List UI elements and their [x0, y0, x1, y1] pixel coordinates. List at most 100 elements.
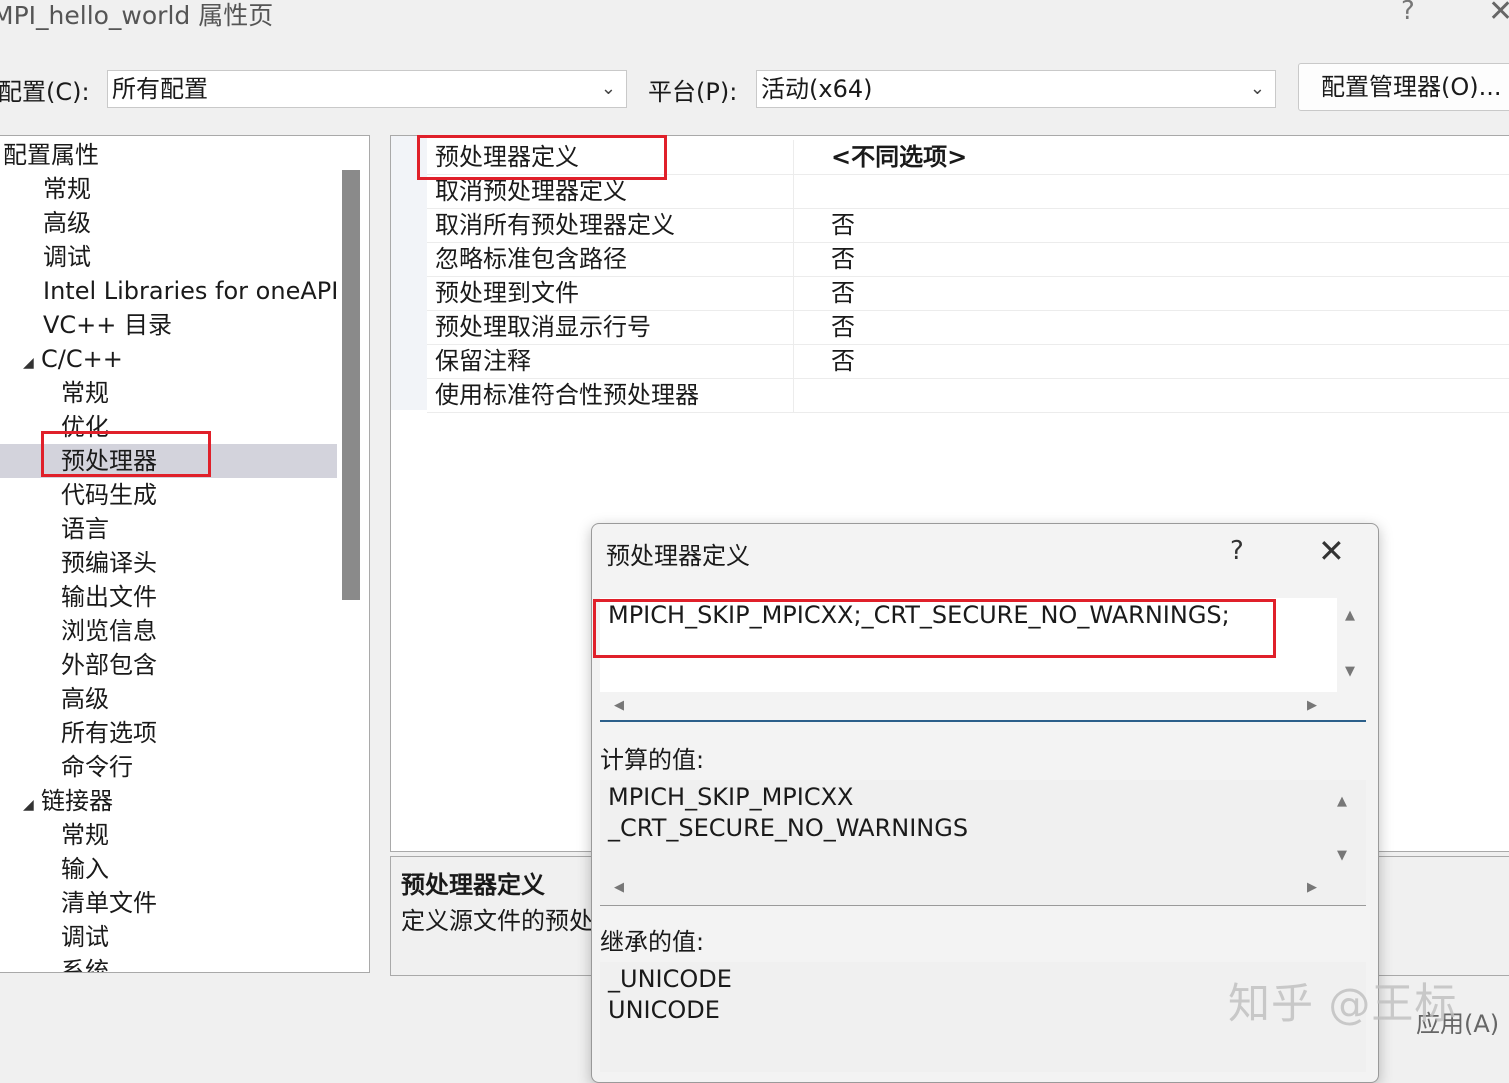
column-divider: [793, 310, 794, 344]
tree-item[interactable]: 高级: [0, 206, 337, 240]
tree-item[interactable]: 高级: [0, 682, 337, 716]
inherited-values-label: 继承的值:: [600, 928, 705, 956]
tree-item[interactable]: 调试: [0, 920, 337, 954]
platform-dropdown[interactable]: 活动(x64) ⌄: [756, 70, 1276, 108]
tree-item[interactable]: 调试: [0, 240, 337, 274]
tree-item[interactable]: 常规: [0, 376, 337, 410]
tree-item[interactable]: 浏览信息: [0, 614, 337, 648]
tree-item-label: 代码生成: [61, 481, 157, 509]
tree-item-label: 调试: [43, 243, 91, 271]
column-divider: [793, 344, 794, 378]
tree-item[interactable]: ◢ 链接器: [0, 784, 337, 818]
property-tree[interactable]: ◢配置属性常规高级调试Intel Libraries for oneAPIVC+…: [0, 135, 370, 973]
property-row[interactable]: 预处理取消显示行号 否: [427, 310, 1509, 345]
column-divider: [793, 378, 794, 412]
property-row[interactable]: 预处理器定义 <不同选项>: [427, 140, 1509, 175]
column-divider: [793, 242, 794, 276]
tree-item[interactable]: Intel Libraries for oneAPI: [0, 274, 339, 308]
scroll-down-icon[interactable]: ▼: [1345, 664, 1355, 679]
expand-arrow-icon[interactable]: ◢: [23, 346, 41, 380]
property-row[interactable]: 使用标准符合性预处理器: [427, 378, 1509, 413]
scroll-down-icon[interactable]: ▼: [1337, 848, 1347, 863]
config-dropdown-value: 所有配置: [112, 75, 208, 103]
column-divider: [793, 208, 794, 242]
scroll-up-icon[interactable]: ▲: [1337, 794, 1347, 809]
tree-item[interactable]: 输入: [0, 852, 337, 886]
tree-item[interactable]: ◢配置属性: [0, 138, 337, 172]
editor-hscrollbar[interactable]: [600, 692, 1366, 720]
computed-value-line-2: _CRT_SECURE_NO_WARNINGS: [608, 814, 969, 842]
tree-item[interactable]: 输出文件: [0, 580, 337, 614]
tree-item-label: 预处理器: [61, 447, 157, 475]
tree-item-label: Intel Libraries for oneAPI: [43, 277, 339, 305]
property-value[interactable]: 否: [831, 310, 855, 344]
tree-item[interactable]: 预编译头: [0, 546, 337, 580]
property-name: 使用标准符合性预处理器: [435, 381, 699, 409]
tree-item[interactable]: 预处理器: [0, 444, 337, 478]
watermark: 知乎 @王标: [1228, 979, 1458, 1028]
property-value[interactable]: 否: [831, 242, 855, 276]
property-name: 预处理器定义: [435, 143, 579, 171]
grid-gutter: [391, 136, 427, 410]
tree-item[interactable]: 外部包含: [0, 648, 337, 682]
tree-item[interactable]: VC++ 目录: [0, 308, 337, 342]
tree-item[interactable]: ◢ C/C++: [0, 342, 337, 376]
expand-arrow-icon[interactable]: ◢: [23, 788, 41, 822]
computed-value-line-1: MPICH_SKIP_MPICXX: [608, 783, 854, 811]
tree-item-label: 输出文件: [61, 583, 157, 611]
config-manager-button[interactable]: 配置管理器(O)...: [1298, 63, 1509, 111]
definitions-editor[interactable]: MPICH_SKIP_MPICXX;_CRT_SECURE_NO_WARNING…: [600, 598, 1366, 722]
tree-item-label: 语言: [61, 515, 109, 543]
config-dropdown[interactable]: 所有配置 ⌄: [107, 70, 627, 108]
inherited-value-line-2: UNICODE: [608, 996, 720, 1024]
property-row[interactable]: 取消预处理器定义: [427, 174, 1509, 209]
property-row[interactable]: 预处理到文件 否: [427, 276, 1509, 311]
tree-item-label: 所有选项: [61, 719, 157, 747]
tree-item-label: 预编译头: [61, 549, 157, 577]
help-button[interactable]: ?: [1401, 0, 1415, 26]
tree-item-label: 常规: [61, 821, 109, 849]
scroll-up-icon[interactable]: ▲: [1345, 608, 1355, 623]
tree-item-label: 优化: [61, 413, 109, 441]
description-text: 定义源文件的预处: [401, 907, 593, 935]
scroll-left-icon[interactable]: ◀: [614, 698, 624, 713]
scroll-right-icon[interactable]: ▶: [1307, 880, 1317, 895]
tree-item[interactable]: 代码生成: [0, 478, 337, 512]
tree-item[interactable]: 所有选项: [0, 716, 337, 750]
computed-values-label: 计算的值:: [600, 746, 705, 774]
scroll-right-icon[interactable]: ▶: [1307, 698, 1317, 713]
tree-item-label: 高级: [43, 209, 91, 237]
property-row[interactable]: 取消所有预处理器定义 否: [427, 208, 1509, 243]
property-row[interactable]: 保留注释 否: [427, 344, 1509, 379]
tree-item-label: 输入: [61, 855, 109, 883]
property-value[interactable]: 否: [831, 344, 855, 378]
property-row[interactable]: 忽略标准包含路径 否: [427, 242, 1509, 277]
computed-values-box: MPICH_SKIP_MPICXX _CRT_SECURE_NO_WARNING…: [600, 780, 1366, 906]
tree-item[interactable]: 命令行: [0, 750, 337, 784]
tree-item[interactable]: 常规: [0, 172, 337, 206]
tree-item[interactable]: 语言: [0, 512, 337, 546]
tree-item-label: C/C++: [41, 345, 123, 373]
property-value[interactable]: <不同选项>: [831, 140, 967, 174]
tree-scrollbar-thumb[interactable]: [342, 170, 360, 600]
tree-item[interactable]: 清单文件: [0, 886, 337, 920]
window-title: MPI_hello_world 属性页: [0, 1, 274, 30]
dialog-close-icon[interactable]: ✕: [1318, 532, 1345, 570]
tree-item[interactable]: 优化: [0, 410, 337, 444]
property-name: 取消预处理器定义: [435, 177, 627, 205]
tree-item-label: 链接器: [41, 787, 113, 815]
property-name: 取消所有预处理器定义: [435, 211, 675, 239]
description-title: 预处理器定义: [401, 871, 545, 899]
property-value[interactable]: 否: [831, 208, 855, 242]
dialog-help-button[interactable]: ?: [1230, 536, 1244, 566]
chevron-down-icon: ⌄: [600, 78, 616, 99]
close-icon[interactable]: ✕: [1488, 0, 1509, 29]
config-label: 配置(C):: [0, 78, 90, 106]
tree-item[interactable]: 系统: [0, 954, 337, 972]
tree-item-label: 命令行: [61, 753, 133, 781]
tree-item[interactable]: 常规: [0, 818, 337, 852]
scroll-left-icon[interactable]: ◀: [614, 880, 624, 895]
tree-item-label: 配置属性: [3, 141, 99, 169]
property-value[interactable]: 否: [831, 276, 855, 310]
dialog-title: 预处理器定义: [606, 542, 750, 570]
